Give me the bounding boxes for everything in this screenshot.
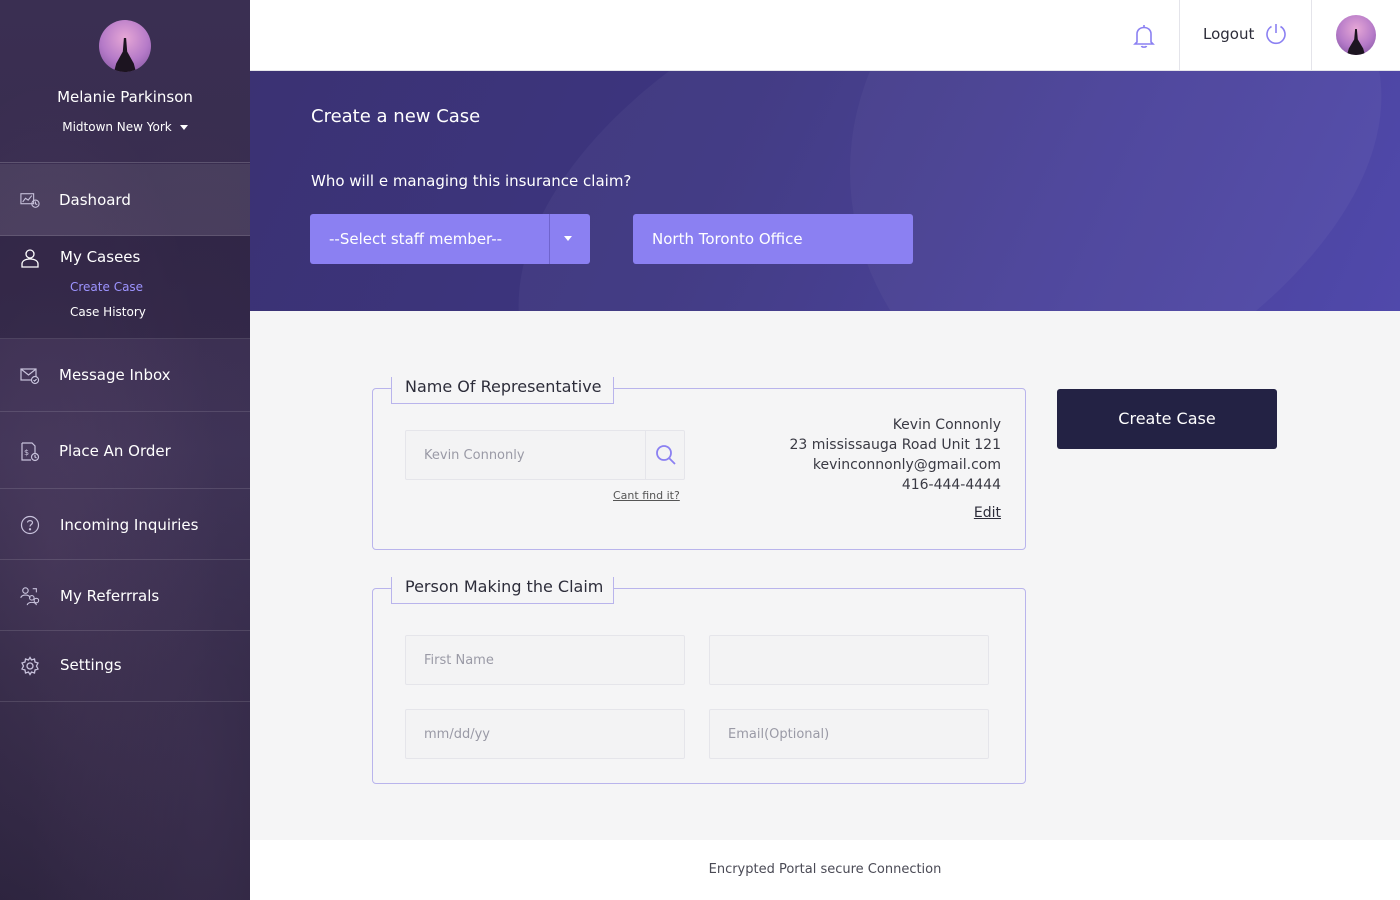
sidebar-item-message-inbox[interactable]: Message Inbox: [0, 339, 250, 412]
first-name-input[interactable]: [406, 636, 684, 684]
date-input[interactable]: [406, 710, 684, 758]
user-icon: [21, 249, 39, 268]
select-divider: [549, 214, 550, 264]
mail-icon: [20, 368, 40, 385]
staff-member-select[interactable]: --Select staff member--: [310, 214, 590, 264]
location-label: Midtown New York: [62, 120, 172, 134]
last-name-field: [709, 635, 989, 685]
power-icon[interactable]: [1264, 22, 1288, 46]
sidebar-item-place-order[interactable]: $ Place An Order: [0, 412, 250, 489]
location-dropdown[interactable]: Midtown New York: [0, 120, 250, 134]
representative-name: Kevin Connonly: [892, 417, 1001, 433]
sidebar-item-settings[interactable]: Settings: [0, 631, 250, 702]
sidebar-item-label: Dashoard: [59, 191, 131, 209]
order-icon: $: [21, 442, 40, 462]
referrals-icon: [20, 587, 40, 606]
representative-phone: 416-444-4444: [901, 477, 1001, 493]
avatar[interactable]: [1336, 15, 1376, 55]
question-icon: [20, 515, 40, 535]
sidebar-item-label: Incoming Inquiries: [60, 516, 199, 534]
office-value: North Toronto Office: [652, 230, 803, 248]
representative-email: kevinconnonly@gmail.com: [812, 457, 1001, 473]
email-field: [709, 709, 989, 759]
card-legend: Person Making the Claim: [391, 577, 614, 604]
date-field: [405, 709, 685, 759]
staff-select-value: --Select staff member--: [329, 230, 503, 248]
sidebar-item-label: My Casees: [60, 248, 141, 266]
footer-text: Encrypted Portal secure Connection: [708, 862, 942, 877]
card-legend: Name Of Representative: [391, 377, 614, 404]
card-title: Name Of Representative: [405, 377, 602, 396]
sidebar-subitem-case-history[interactable]: Case History: [70, 305, 146, 319]
sidebar-item-label: Message Inbox: [59, 366, 171, 384]
sidebar-item-incoming-inquiries[interactable]: Incoming Inquiries: [0, 489, 250, 560]
top-header: Logout: [250, 0, 1400, 71]
sidebar-item-my-cases[interactable]: My Casees Create Case Case History: [0, 236, 250, 339]
dashboard-icon: [20, 193, 40, 208]
sidebar-item-label: Place An Order: [59, 442, 171, 460]
representative-card: Name Of Representative Cant find it? Kev…: [372, 377, 1026, 550]
sidebar-subitem-create-case[interactable]: Create Case: [70, 280, 143, 294]
sidebar-item-my-referrals[interactable]: My Referrrals: [0, 560, 250, 631]
manager-question: Who will e managing this insurance claim…: [311, 172, 632, 190]
header-divider: [1179, 0, 1180, 70]
caret-down-icon: [179, 125, 188, 130]
create-case-banner: Create a new Case Who will e managing th…: [250, 71, 1400, 311]
email-input[interactable]: [710, 710, 988, 758]
svg-text:$: $: [24, 448, 29, 457]
bell-icon[interactable]: [1130, 22, 1158, 50]
first-name-field: [405, 635, 685, 685]
sidebar-item-dashboard[interactable]: Dashoard: [0, 164, 250, 236]
sidebar: Melanie Parkinson Midtown New York Dasho…: [0, 0, 250, 900]
representative-search-input[interactable]: [406, 431, 684, 479]
representative-address: 23 mississauga Road Unit 121: [789, 437, 1001, 453]
representative-search-field: [405, 429, 686, 480]
footer: Encrypted Portal secure Connection: [250, 840, 1400, 900]
search-icon: [656, 444, 676, 465]
caret-down-icon: [564, 236, 572, 241]
page-title: Create a new Case: [311, 106, 481, 127]
claimant-card: Person Making the Claim: [372, 577, 1026, 784]
last-name-input[interactable]: [710, 636, 988, 684]
representative-details: Kevin Connonly 23 mississauga Road Unit …: [790, 415, 1001, 495]
create-case-button[interactable]: Create Case: [1057, 389, 1277, 449]
search-button[interactable]: [645, 429, 686, 480]
header-divider: [1311, 0, 1312, 70]
card-title: Person Making the Claim: [405, 577, 604, 596]
office-field[interactable]: North Toronto Office: [633, 214, 913, 264]
gear-icon: [21, 656, 39, 676]
profile-section: Melanie Parkinson Midtown New York: [0, 0, 250, 163]
cant-find-link[interactable]: Cant find it?: [613, 489, 680, 502]
avatar[interactable]: [99, 20, 151, 72]
user-name: Melanie Parkinson: [57, 88, 193, 106]
sidebar-item-label: Settings: [60, 656, 122, 674]
logout-button[interactable]: Logout: [1203, 25, 1254, 43]
edit-link[interactable]: Edit: [974, 505, 1001, 521]
sidebar-item-label: My Referrrals: [60, 587, 160, 605]
